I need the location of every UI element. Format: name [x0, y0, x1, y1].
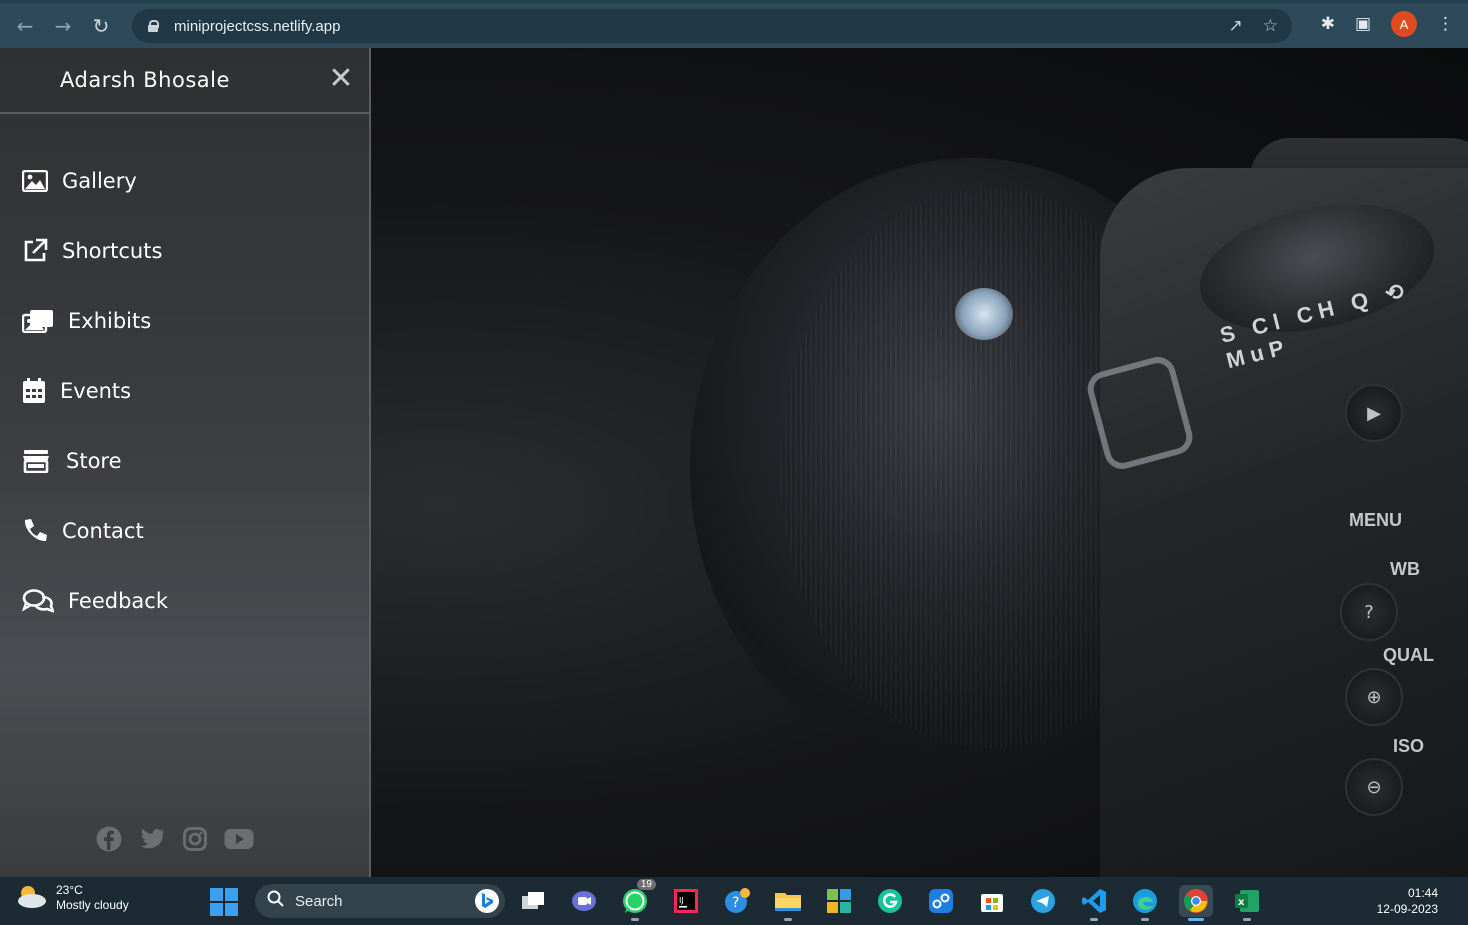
puzzle-app-icon[interactable]: [822, 885, 856, 917]
taskbar-search[interactable]: Search: [255, 884, 505, 918]
search-label: Search: [295, 892, 343, 910]
bookmark-star-icon[interactable]: ☆: [1263, 16, 1278, 36]
whatsapp-badge: 19: [636, 879, 656, 890]
sidebar-item-label: Events: [60, 379, 132, 403]
store-icon: [22, 448, 50, 474]
sidebar-item-contact[interactable]: Contact: [0, 496, 369, 566]
svg-text:x: x: [1238, 897, 1245, 908]
svg-text:IJ: IJ: [679, 896, 684, 905]
camera-label-iso: ISO: [1393, 736, 1425, 756]
sidebar-item-label: Shortcuts: [62, 239, 163, 263]
intellij-icon[interactable]: IJ: [669, 885, 703, 917]
images-icon: [22, 308, 54, 334]
cloudy-sun-icon: [14, 883, 48, 913]
browser-toolbar: ← → ↻ miniprojectcss.netlify.app ↗ ☆ ✱ ▣…: [0, 0, 1468, 48]
clock-date: 12-09-2023: [1376, 902, 1438, 916]
zoom-out-icon: ⊖: [1345, 758, 1403, 816]
calendar-icon: [22, 378, 46, 404]
sidebar-header: Adarsh Bhosale ✕: [0, 48, 369, 114]
sidebar-item-label: Feedback: [68, 589, 169, 613]
instagram-icon[interactable]: [181, 825, 208, 852]
sidebar-item-label: Contact: [62, 519, 144, 543]
share-icon[interactable]: ↗: [1229, 16, 1243, 36]
side-panel-icon[interactable]: ▣: [1355, 14, 1371, 34]
forward-icon[interactable]: →: [44, 7, 82, 45]
microsoft-store-icon[interactable]: [975, 885, 1009, 917]
camera-label-wb: WB: [1390, 559, 1420, 579]
reload-icon[interactable]: ↻: [82, 7, 120, 45]
help-lock-icon: ?: [1340, 583, 1398, 641]
play-icon: ▶: [1345, 384, 1403, 442]
sidebar-menu: Gallery Shortcuts Exhibits Events Store …: [0, 146, 369, 636]
sidebar-item-gallery[interactable]: Gallery: [0, 146, 369, 216]
windows-taskbar: 23°C Mostly cloudy Search 19 IJ ? x 01:4…: [0, 877, 1468, 925]
sidebar: Adarsh Bhosale ✕ Gallery Shortcuts Exhib…: [0, 48, 371, 877]
page-viewport: S Cl CH Q ⟲ MuP ▶ MENU WB ? QUAL ⊕ ISO ⊖…: [0, 48, 1468, 877]
close-icon[interactable]: ✕: [325, 64, 357, 96]
telegram-icon[interactable]: [1026, 885, 1060, 917]
weather-widget[interactable]: 23°C Mostly cloudy: [14, 883, 129, 913]
camera-label-qual: QUAL: [1383, 645, 1434, 665]
task-view-icon[interactable]: [516, 885, 550, 917]
profile-avatar[interactable]: A: [1391, 11, 1417, 37]
social-links: [95, 825, 254, 852]
camera-label-menu: MENU: [1349, 510, 1402, 530]
image-icon: [22, 168, 48, 194]
start-button[interactable]: [210, 888, 238, 916]
weather-desc: Mostly cloudy: [56, 898, 129, 912]
taskbar-apps: 19 IJ ? x: [516, 879, 1264, 921]
back-icon[interactable]: ←: [6, 7, 44, 45]
teams-chat-icon[interactable]: [567, 885, 601, 917]
sidebar-item-events[interactable]: Events: [0, 356, 369, 426]
search-icon: [267, 890, 285, 912]
sidebar-item-store[interactable]: Store: [0, 426, 369, 496]
vscode-icon[interactable]: [1077, 885, 1111, 921]
connect-app-icon[interactable]: [924, 885, 958, 917]
extensions-icon[interactable]: ✱: [1321, 14, 1335, 34]
facebook-icon[interactable]: [95, 825, 122, 852]
twitter-icon[interactable]: [138, 825, 165, 852]
kebab-menu-icon[interactable]: ⋮: [1437, 14, 1454, 34]
phone-icon: [22, 518, 48, 544]
whatsapp-icon[interactable]: 19: [618, 879, 656, 921]
svg-text:?: ?: [732, 895, 739, 911]
youtube-icon[interactable]: [224, 825, 254, 852]
external-link-icon: [22, 238, 48, 264]
sidebar-item-label: Exhibits: [68, 309, 152, 333]
clock-time: 01:44: [1407, 886, 1438, 900]
sidebar-title: Adarsh Bhosale: [60, 68, 230, 92]
sidebar-item-shortcuts[interactable]: Shortcuts: [0, 216, 369, 286]
sidebar-item-feedback[interactable]: Feedback: [0, 566, 369, 636]
file-explorer-icon[interactable]: [771, 885, 805, 921]
url-text[interactable]: miniprojectcss.netlify.app: [174, 18, 340, 35]
lock-icon[interactable]: [148, 20, 159, 32]
system-clock[interactable]: 01:44 12-09-2023: [1377, 885, 1438, 917]
chrome-icon[interactable]: [1179, 885, 1213, 921]
comments-icon: [22, 588, 54, 614]
weather-temp: 23°C: [56, 883, 83, 897]
sidebar-item-exhibits[interactable]: Exhibits: [0, 286, 369, 356]
zoom-in-icon: ⊕: [1345, 668, 1403, 726]
bing-icon[interactable]: [475, 889, 499, 913]
sidebar-item-label: Store: [66, 449, 122, 473]
grammarly-icon[interactable]: [873, 885, 907, 917]
edge-icon[interactable]: [1128, 885, 1162, 921]
get-help-icon[interactable]: ?: [720, 885, 754, 917]
lens-reflection: [955, 288, 1013, 340]
address-bar[interactable]: miniprojectcss.netlify.app ↗ ☆: [132, 9, 1292, 43]
excel-icon[interactable]: x: [1230, 885, 1264, 921]
sidebar-item-label: Gallery: [62, 169, 137, 193]
